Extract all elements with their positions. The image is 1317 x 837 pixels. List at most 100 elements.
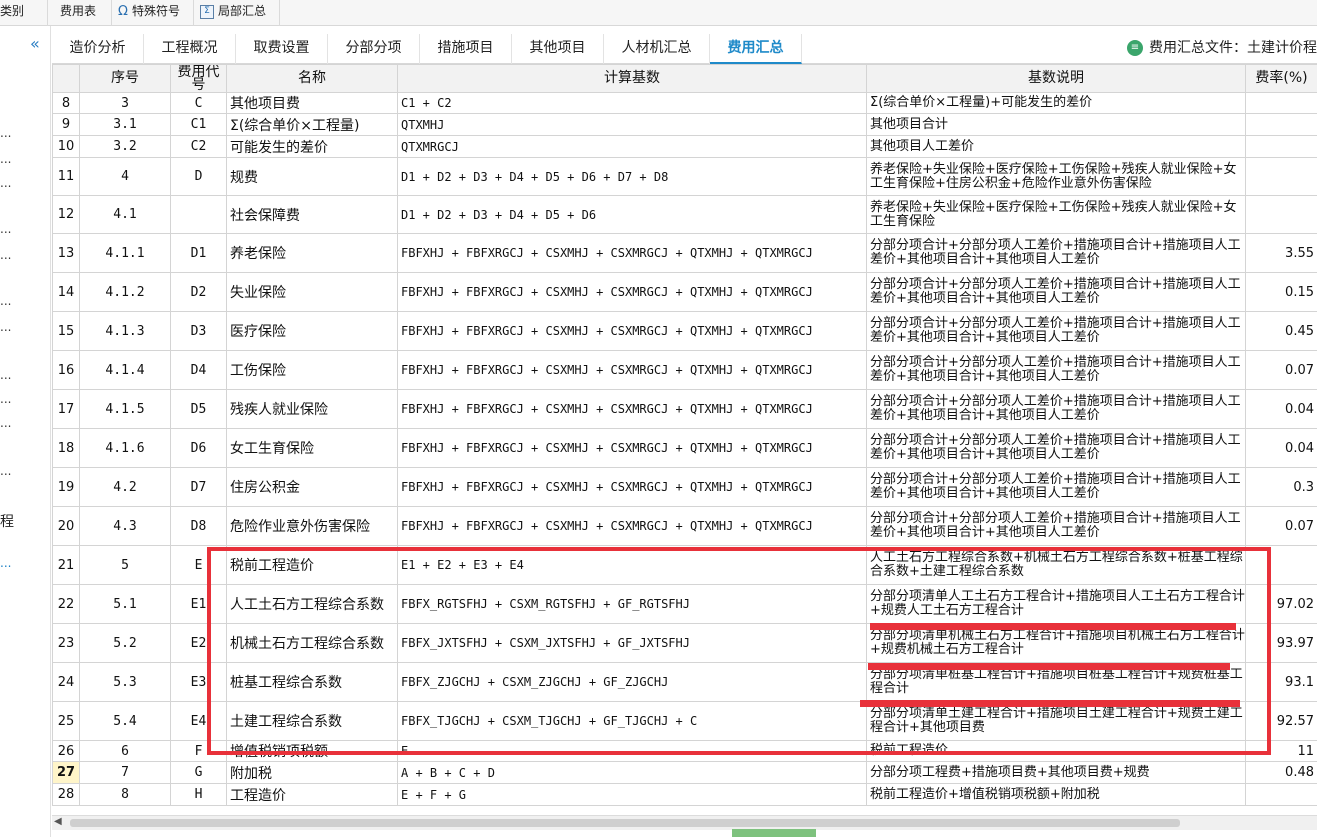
left-item[interactable]: ... (0, 368, 11, 382)
rate-cell[interactable]: 97.02 (1245, 584, 1317, 624)
name-cell[interactable]: 社会保障费 (226, 195, 398, 234)
seq-cell[interactable]: 3.2 (79, 135, 171, 158)
summary-file[interactable]: ≡ 费用汇总文件：土建计价程 (1127, 34, 1317, 64)
name-cell[interactable]: 女工生育保险 (226, 428, 398, 468)
fee-code-cell[interactable]: D5 (170, 389, 227, 429)
row-number-cell[interactable]: 17 (52, 389, 80, 429)
column-header-desc[interactable]: 基数说明 (866, 64, 1246, 93)
row-number-cell[interactable]: 24 (52, 662, 80, 702)
seq-cell[interactable]: 5.4 (79, 701, 171, 741)
seq-cell[interactable]: 4.1.6 (79, 428, 171, 468)
collapse-left-icon[interactable]: « (30, 34, 40, 53)
row-number-cell[interactable]: 12 (52, 195, 80, 234)
name-cell[interactable]: Σ(综合单价×工程量) (226, 113, 398, 136)
table-row[interactable]: 17 4.1.5 D5 残疾人就业保险 FBFXHJ + FBFXRGCJ + CSXM… (52, 389, 1317, 429)
table-row[interactable]: 19 4.2 D7 住房公积金 FBFXHJ + FBFXRGCJ + CSXMHJ +… (52, 467, 1317, 507)
tab-other-items[interactable]: 其他项目 (512, 34, 604, 64)
table-row[interactable]: 18 4.1.6 D6 女工生育保险 FBFXHJ + FBFXRGCJ + CSXMH… (52, 428, 1317, 468)
desc-cell[interactable]: 分部分项合计+分部分项人工差价+措施项目合计+措施项目人工差价+其他项目合计+其… (866, 350, 1246, 390)
table-row[interactable]: 24 5.3 E3 桩基工程综合系数 FBFX_ZJGCHJ + CSXM_ZJGCHJ… (52, 662, 1317, 702)
desc-cell[interactable]: 分部分项合计+分部分项人工差价+措施项目合计+措施项目人工差价+其他项目合计+其… (866, 506, 1246, 546)
horizontal-scrollbar[interactable]: ◀ (52, 815, 1317, 830)
seq-cell[interactable]: 8 (79, 783, 171, 806)
base-cell[interactable]: FBFXHJ + FBFXRGCJ + CSXMHJ + CSXMRGCJ + … (397, 506, 867, 546)
desc-cell[interactable]: 分部分项合计+分部分项人工差价+措施项目合计+措施项目人工差价+其他项目合计+其… (866, 389, 1246, 429)
desc-cell[interactable]: 税前工程造价+增值税销项税额+附加税 (866, 783, 1246, 806)
name-cell[interactable]: 工伤保险 (226, 350, 398, 390)
desc-cell[interactable]: 分部分项合计+分部分项人工差价+措施项目合计+措施项目人工差价+其他项目合计+其… (866, 233, 1246, 273)
base-cell[interactable]: FBFXHJ + FBFXRGCJ + CSXMHJ + CSXMRGCJ + … (397, 233, 867, 273)
name-cell[interactable]: 增值税销项税额 (226, 740, 398, 762)
fee-code-cell[interactable]: E (170, 545, 227, 585)
fee-code-cell[interactable]: C2 (170, 135, 227, 158)
desc-cell[interactable]: 分部分项合计+分部分项人工差价+措施项目合计+措施项目人工差价+其他项目合计+其… (866, 467, 1246, 507)
name-cell[interactable]: 其他项目费 (226, 92, 398, 114)
table-row[interactable]: 21 5 E 税前工程造价 E1 + E2 + E3 + E4 人工土石方工程综合系数+机… (52, 545, 1317, 585)
desc-cell[interactable]: 分部分项合计+分部分项人工差价+措施项目合计+措施项目人工差价+其他项目合计+其… (866, 428, 1246, 468)
row-number-cell[interactable]: 11 (52, 157, 80, 196)
fee-code-cell[interactable]: E1 (170, 584, 227, 624)
seq-cell[interactable]: 4.3 (79, 506, 171, 546)
rate-cell[interactable]: 0.3 (1245, 467, 1317, 507)
base-cell[interactable]: D1 + D2 + D3 + D4 + D5 + D6 + D7 + D8 (397, 157, 867, 196)
table-row[interactable]: 15 4.1.3 D3 医疗保险 FBFXHJ + FBFXRGCJ + CSXMHJ … (52, 311, 1317, 351)
table-row[interactable]: 25 5.4 E4 土建工程综合系数 FBFX_TJGCHJ + CSXM_TJGCHJ… (52, 701, 1317, 741)
seq-cell[interactable]: 5.2 (79, 623, 171, 663)
name-cell[interactable]: 养老保险 (226, 233, 398, 273)
desc-cell[interactable]: 其他项目人工差价 (866, 135, 1246, 158)
row-number-cell[interactable]: 9 (52, 113, 80, 136)
seq-cell[interactable]: 4.2 (79, 467, 171, 507)
rate-cell[interactable]: 93.97 (1245, 623, 1317, 663)
fee-code-cell[interactable]: H (170, 783, 227, 806)
partial-summary-button[interactable]: Σ 局部汇总 (194, 0, 280, 26)
name-cell[interactable]: 附加税 (226, 761, 398, 784)
row-number-cell[interactable]: 13 (52, 233, 80, 273)
base-cell[interactable]: FBFXHJ + FBFXRGCJ + CSXMHJ + CSXMRGCJ + … (397, 467, 867, 507)
name-cell[interactable]: 规费 (226, 157, 398, 196)
base-cell[interactable]: FBFXHJ + FBFXRGCJ + CSXMHJ + CSXMRGCJ + … (397, 428, 867, 468)
table-row[interactable]: 9 3.1 C1 Σ(综合单价×工程量) QTXMHJ 其他项目合计 (52, 113, 1317, 136)
desc-cell[interactable]: 分部分项清单机械土石方工程合计+措施项目机械土石方工程合计+规费机械土石方工程合… (866, 623, 1246, 663)
table-row[interactable]: 10 3.2 C2 可能发生的差价 QTXMRGCJ 其他项目人工差价 (52, 135, 1317, 158)
fee-code-cell[interactable]: D6 (170, 428, 227, 468)
tab-cost-analysis[interactable]: 造价分析 (52, 34, 144, 64)
base-cell[interactable]: A + B + C + D (397, 761, 867, 784)
base-cell[interactable]: FBFX_RGTSFHJ + CSXM_RGTSFHJ + GF_RGTSFHJ (397, 584, 867, 624)
name-cell[interactable]: 可能发生的差价 (226, 135, 398, 158)
fee-table-button[interactable]: 费用表 (48, 0, 112, 26)
seq-cell[interactable]: 4 (79, 157, 171, 196)
left-item[interactable]: ... (0, 416, 11, 430)
row-number-cell[interactable]: 15 (52, 311, 80, 351)
fee-code-cell[interactable]: C1 (170, 113, 227, 136)
base-cell[interactable]: FBFX_ZJGCHJ + CSXM_ZJGCHJ + GF_ZJGCHJ (397, 662, 867, 702)
table-row[interactable]: 13 4.1.1 D1 养老保险 FBFXHJ + FBFXRGCJ + CSXMHJ … (52, 233, 1317, 273)
left-item[interactable]: ... (0, 126, 11, 140)
rate-cell[interactable] (1245, 113, 1317, 136)
row-number-cell[interactable]: 16 (52, 350, 80, 390)
tab-labor-material-summary[interactable]: 人材机汇总 (604, 34, 710, 64)
desc-cell[interactable]: 分部分项清单桩基工程合计+措施项目桩基工程合计+规费桩基工程合计 (866, 662, 1246, 702)
fee-code-cell[interactable]: D3 (170, 311, 227, 351)
desc-cell[interactable]: 分部分项清单人工土石方工程合计+措施项目人工土石方工程合计+规费人工土石方工程合… (866, 584, 1246, 624)
name-cell[interactable]: 残疾人就业保险 (226, 389, 398, 429)
base-cell[interactable]: QTXMRGCJ (397, 135, 867, 158)
desc-cell[interactable]: 人工土石方工程综合系数+机械土石方工程综合系数+桩基工程综合系数+土建工程综合系… (866, 545, 1246, 585)
name-cell[interactable]: 土建工程综合系数 (226, 701, 398, 741)
rate-cell[interactable]: 0.15 (1245, 272, 1317, 312)
table-row[interactable]: 12 4.1 社会保障费 D1 + D2 + D3 + D4 + D5 + D6 养老保… (52, 195, 1317, 234)
row-number-cell[interactable]: 23 (52, 623, 80, 663)
table-row[interactable]: 14 4.1.2 D2 失业保险 FBFXHJ + FBFXRGCJ + CSXMHJ … (52, 272, 1317, 312)
rate-cell[interactable] (1245, 157, 1317, 196)
scroll-left-icon[interactable]: ◀ (54, 816, 62, 827)
table-row[interactable]: 20 4.3 D8 危险作业意外伤害保险 FBFXHJ + FBFXRGCJ + CSX… (52, 506, 1317, 546)
base-cell[interactable]: FBFX_JXTSFHJ + CSXM_JXTSFHJ + GF_JXTSFHJ (397, 623, 867, 663)
table-row[interactable]: 27 7 G 附加税 A + B + C + D 分部分项工程费+措施项目费+其他项目费+… (52, 761, 1317, 784)
category-button[interactable]: 类别 (0, 0, 48, 26)
rate-cell[interactable] (1245, 783, 1317, 806)
seq-cell[interactable]: 5.1 (79, 584, 171, 624)
special-symbol-button[interactable]: Ω 特殊符号 (112, 0, 194, 26)
left-item[interactable]: ... (0, 464, 11, 478)
base-cell[interactable]: FBFXHJ + FBFXRGCJ + CSXMHJ + CSXMRGCJ + … (397, 389, 867, 429)
name-cell[interactable]: 工程造价 (226, 783, 398, 806)
rate-cell[interactable] (1245, 135, 1317, 158)
